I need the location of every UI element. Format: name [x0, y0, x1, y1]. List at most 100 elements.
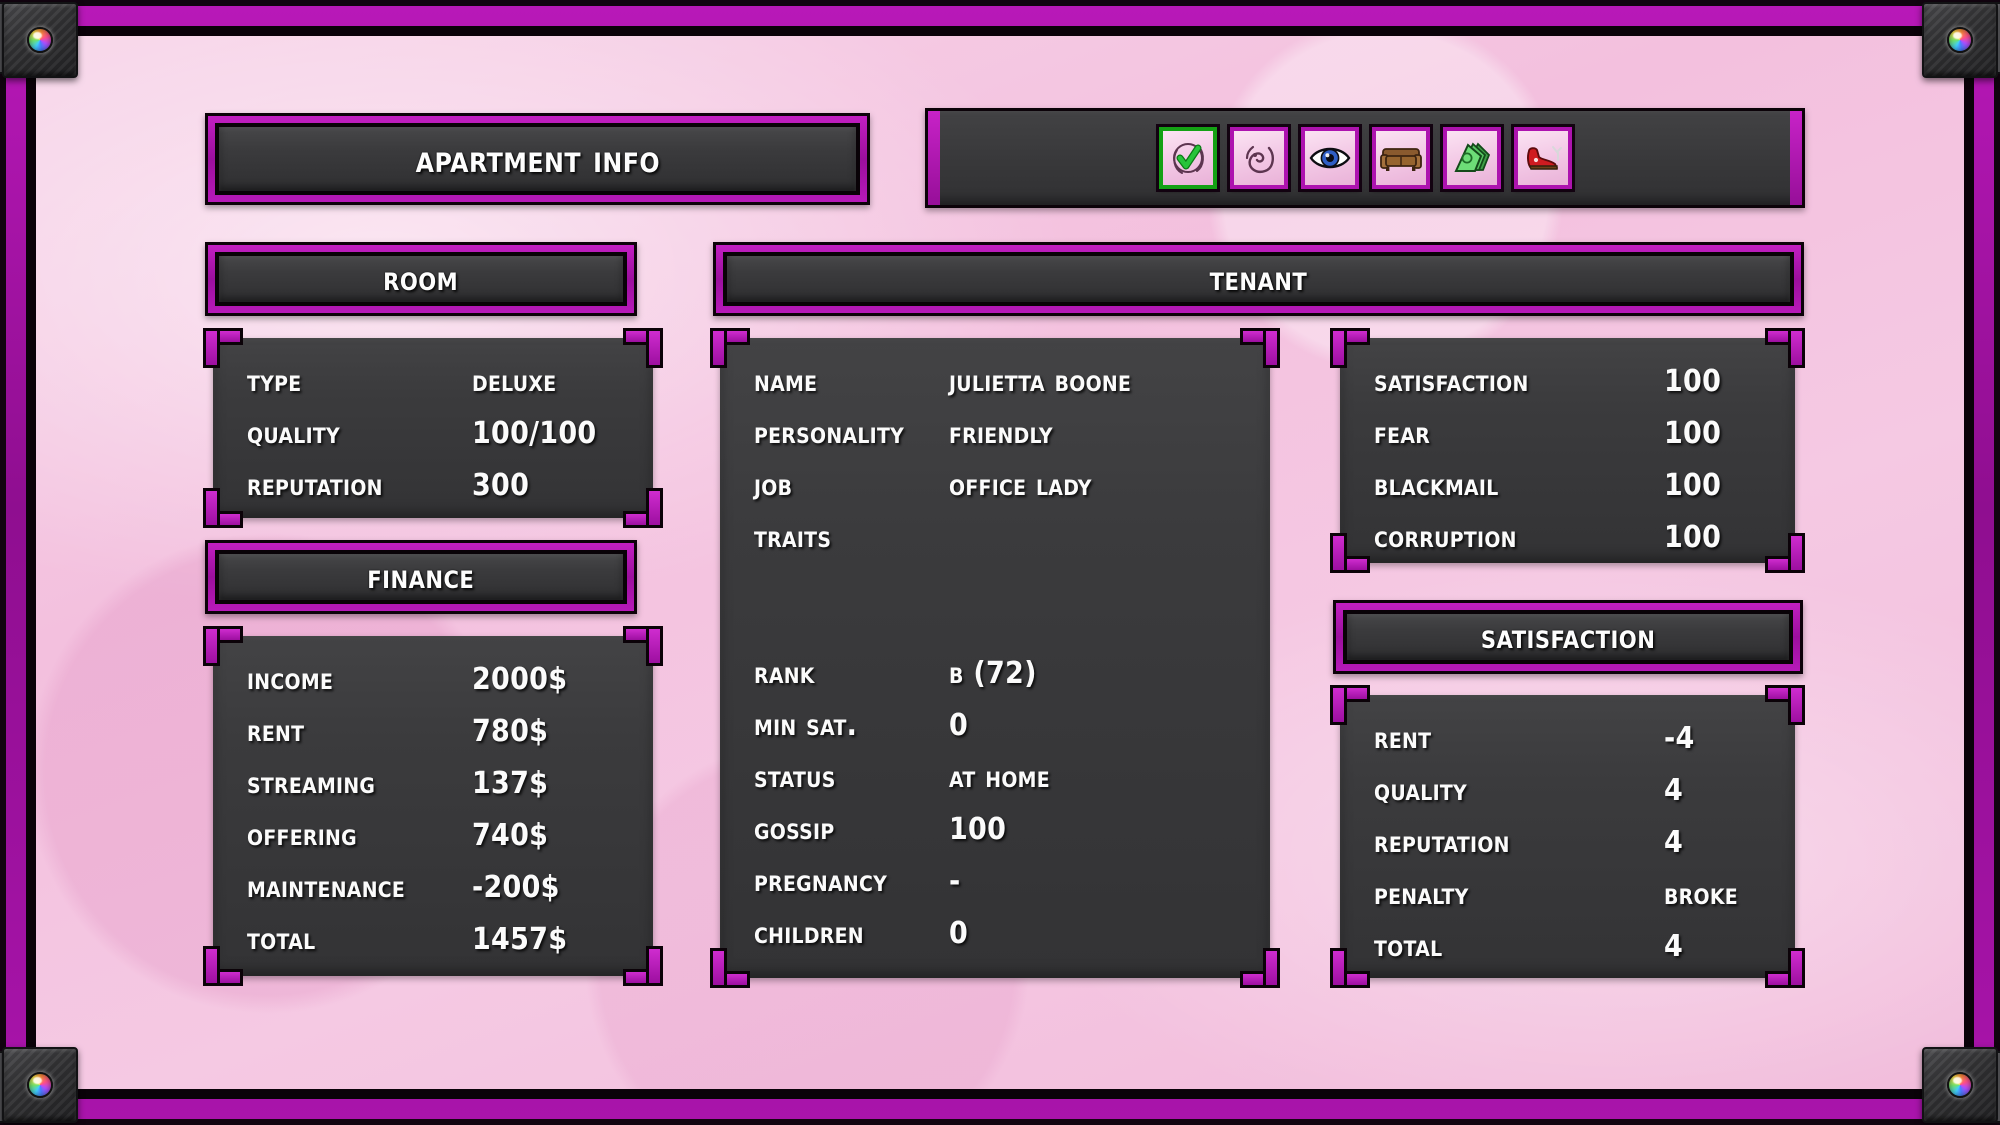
data-row: Rent 780$	[247, 714, 619, 766]
data-row: Job Office Lady	[754, 468, 1236, 520]
row-value: 0	[949, 916, 969, 951]
row-key: Personality	[754, 416, 905, 451]
row-value: 0	[949, 708, 969, 743]
tenant-title: Tenant	[1209, 259, 1308, 299]
satisfaction-title: Satisfaction	[1480, 617, 1656, 657]
finance-title: Finance	[367, 557, 475, 597]
finance-rows: Income 2000$ Rent 780$ Streaming 137$ Offering…	[213, 636, 653, 976]
data-row: Total 1457$	[247, 922, 619, 974]
row-value: 100	[949, 812, 1007, 847]
data-row: Children 0	[754, 916, 1236, 968]
row-value: At home	[949, 760, 1050, 795]
row-value: 740$	[472, 818, 549, 853]
tenant-stats-panel: Satisfaction 100 Fear 100 Blackmail 100 Corrup…	[1330, 328, 1805, 573]
data-row: Personality Friendly	[754, 416, 1236, 468]
row-key: Children	[754, 916, 864, 951]
row-value: Office Lady	[949, 468, 1092, 503]
finance-header-inner: Finance	[215, 550, 627, 604]
row-value: 4	[1664, 929, 1684, 964]
room-header: Room	[205, 242, 637, 316]
data-row: Corruption 100	[1374, 520, 1761, 572]
row-value: 1457$	[472, 922, 568, 957]
row-value: Julietta Boone	[949, 364, 1132, 399]
corner-bolt-bottom-right	[1922, 1047, 2000, 1123]
data-row: Total 4	[1374, 929, 1761, 981]
tenant-panel: Name Julietta Boone Personality Friendly Job…	[710, 328, 1280, 988]
row-key: Quality	[247, 416, 341, 451]
row-key: Reputation	[1374, 825, 1510, 860]
row-key: Job	[754, 468, 793, 503]
row-key: Offering	[247, 818, 357, 853]
boot-icon-button[interactable]	[1513, 127, 1572, 189]
data-row: Type Deluxe	[247, 364, 619, 416]
data-row: Penalty Broke	[1374, 877, 1761, 929]
row-value: Friendly	[949, 416, 1053, 451]
eye-icon-button[interactable]	[1300, 127, 1359, 189]
row-key: Satisfaction	[1374, 364, 1529, 399]
gem-icon	[27, 1072, 53, 1098]
approve-icon-button[interactable]	[1158, 127, 1217, 189]
data-row: Name Julietta Boone	[754, 364, 1236, 416]
row-key: Income	[247, 662, 334, 697]
data-row: Rank B (72)	[754, 656, 1236, 708]
row-value: Broke	[1664, 877, 1738, 912]
row-value: 4	[1664, 773, 1684, 808]
data-row: Streaming 137$	[247, 766, 619, 818]
data-row: Fear 100	[1374, 416, 1761, 468]
apartment-info-title: Apartment info	[415, 137, 660, 181]
row-value: 300	[472, 468, 530, 503]
tenant-header-inner: Tenant	[723, 252, 1794, 306]
tenant-action-icon-bar	[925, 108, 1805, 208]
money-icon-button[interactable]	[1442, 127, 1501, 189]
row-key: Gossip	[754, 812, 835, 847]
room-panel: Type Deluxe Quality 100/100 Reputation 300	[203, 328, 663, 528]
row-key: Traits	[754, 520, 832, 555]
tenant-rows-top: Name Julietta Boone Personality Friendly Job…	[754, 364, 1236, 572]
row-key: Rank	[754, 656, 815, 691]
finance-header: Finance	[205, 540, 637, 614]
row-value: -4	[1664, 721, 1695, 756]
row-key: Min Sat.	[754, 708, 858, 743]
eye-icon	[1309, 147, 1350, 169]
data-row: Quality 100/100	[247, 416, 619, 468]
row-key: Quality	[1374, 773, 1468, 808]
row-key: Fear	[1374, 416, 1431, 451]
row-key: Name	[754, 364, 818, 399]
boot-icon	[1526, 146, 1562, 170]
row-key: Corruption	[1374, 520, 1517, 555]
row-value: 137$	[472, 766, 549, 801]
row-key: Rent	[1374, 721, 1432, 756]
mood-icon	[1245, 145, 1274, 173]
couch-icon	[1379, 148, 1422, 171]
gem-icon	[1947, 27, 1973, 53]
row-key: Pregnancy	[754, 864, 888, 899]
satisfaction-rows: Rent -4 Quality 4 Reputation 4 Penalty Broke Tot…	[1340, 695, 1795, 978]
room-title: Room	[383, 259, 459, 299]
data-row: Gossip 100	[754, 812, 1236, 864]
row-value: Deluxe	[472, 364, 557, 399]
apartment-info-header: Apartment info	[205, 113, 870, 205]
row-value: -200$	[472, 870, 560, 905]
apartment-info-header-inner: Apartment info	[215, 123, 860, 195]
row-key: Total	[1374, 929, 1443, 964]
corner-bolt-top-right	[1922, 2, 2000, 78]
room-rows: Type Deluxe Quality 100/100 Reputation 300	[213, 338, 653, 518]
row-key: Penalty	[1374, 877, 1469, 912]
satisfaction-panel: Rent -4 Quality 4 Reputation 4 Penalty Broke Tot…	[1330, 685, 1805, 988]
data-row: Satisfaction 100	[1374, 364, 1761, 416]
data-row: Traits	[754, 520, 1236, 572]
corner-bolt-top-left	[0, 2, 78, 78]
tenant-header: Tenant	[713, 242, 1804, 316]
data-row: Rent -4	[1374, 721, 1761, 773]
tenant-stats-rows: Satisfaction 100 Fear 100 Blackmail 100 Corrup…	[1340, 338, 1795, 563]
row-key: Streaming	[247, 766, 376, 801]
row-value: 780$	[472, 714, 549, 749]
satisfaction-header: Satisfaction	[1333, 600, 1803, 674]
data-row: Min Sat. 0	[754, 708, 1236, 760]
satisfaction-header-inner: Satisfaction	[1343, 610, 1793, 664]
room-header-inner: Room	[215, 252, 627, 306]
mood-icon-button[interactable]	[1229, 127, 1288, 189]
data-row: Offering 740$	[247, 818, 619, 870]
tenant-rows-bottom: Rank B (72) Min Sat. 0 Status At home Gossip 10…	[754, 656, 1236, 968]
couch-icon-button[interactable]	[1371, 127, 1430, 189]
